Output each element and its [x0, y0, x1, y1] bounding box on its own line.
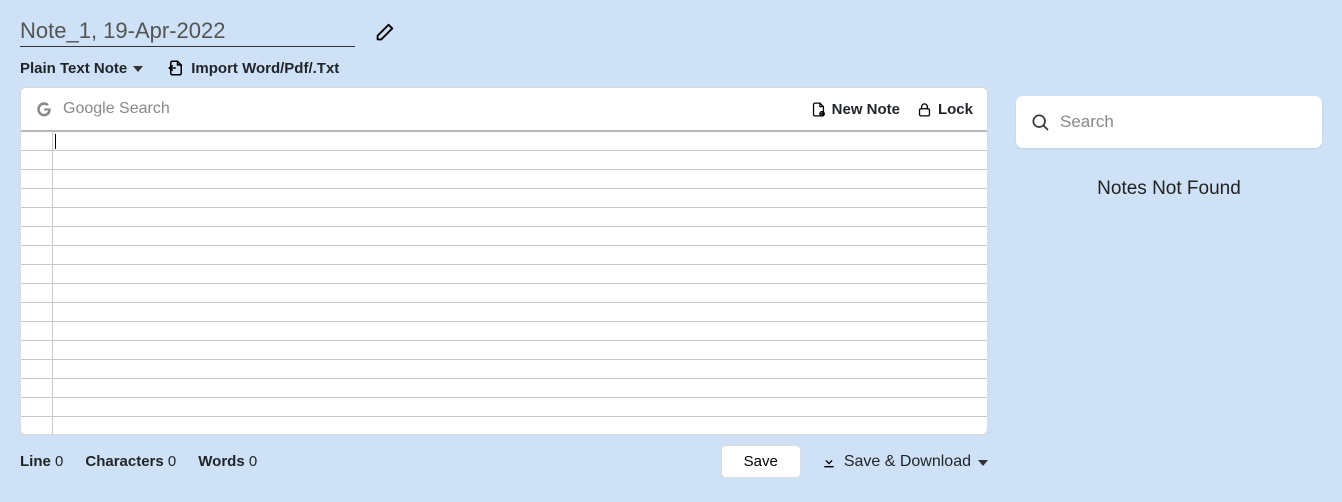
lock-button[interactable]: Lock — [916, 101, 973, 118]
chevron-down-icon — [133, 66, 143, 72]
note-type-label: Plain Text Note — [20, 60, 127, 77]
google-search-input[interactable] — [63, 100, 800, 118]
new-note-icon — [810, 101, 827, 118]
text-cursor — [55, 134, 56, 149]
note-type-dropdown[interactable]: Plain Text Note — [20, 60, 143, 77]
import-file-icon — [167, 59, 185, 77]
chevron-down-icon — [978, 460, 988, 466]
line-value: 0 — [55, 453, 63, 470]
chars-label: Characters — [85, 453, 163, 470]
line-gutter — [21, 132, 53, 434]
status-stats: Line 0 Characters 0 Words 0 — [20, 453, 257, 470]
save-button[interactable]: Save — [721, 445, 801, 478]
sidebar-search[interactable] — [1016, 96, 1322, 148]
words-value: 0 — [249, 453, 257, 470]
line-label: Line — [20, 453, 51, 470]
words-label: Words — [198, 453, 244, 470]
download-icon — [821, 454, 837, 470]
new-note-button[interactable]: New Note — [810, 101, 900, 118]
lock-label: Lock — [938, 101, 973, 118]
editor-panel: New Note Lock — [20, 87, 988, 435]
google-icon — [35, 100, 53, 118]
save-download-dropdown[interactable]: Save & Download — [821, 453, 988, 471]
edit-title-icon[interactable] — [373, 22, 395, 44]
save-download-label: Save & Download — [844, 453, 971, 471]
sidebar-search-input[interactable] — [1060, 112, 1308, 132]
notes-empty-message: Notes Not Found — [1016, 178, 1322, 200]
new-note-label: New Note — [832, 101, 900, 118]
import-label: Import Word/Pdf/.Txt — [191, 60, 339, 77]
import-button[interactable]: Import Word/Pdf/.Txt — [167, 59, 339, 77]
search-icon — [1030, 112, 1050, 132]
chars-value: 0 — [168, 453, 176, 470]
lock-icon — [916, 101, 933, 118]
note-editor[interactable] — [21, 132, 987, 434]
note-title-input[interactable] — [20, 18, 355, 47]
